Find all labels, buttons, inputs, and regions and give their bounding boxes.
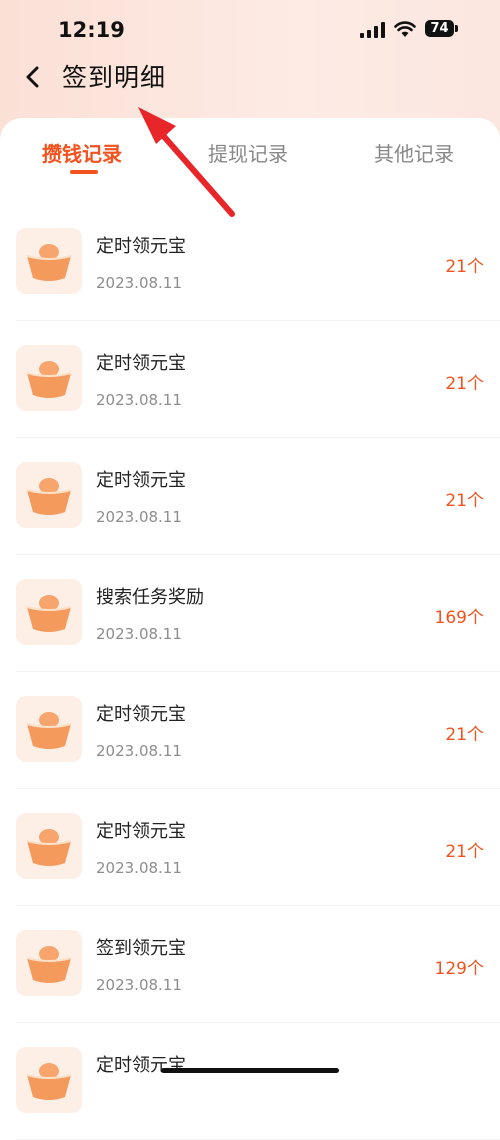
active-tab-indicator — [70, 170, 98, 174]
record-thumbnail — [16, 579, 82, 645]
gold-ingot-icon — [26, 361, 72, 398]
gold-ingot-icon — [26, 244, 72, 281]
record-thumbnail — [16, 930, 82, 996]
page-title: 签到明细 — [62, 63, 167, 92]
nav-bar: 签到明细 — [0, 50, 500, 105]
record-thumbnail — [16, 1047, 82, 1113]
gold-ingot-icon — [26, 1063, 72, 1100]
list-item[interactable]: 定时领元宝 2023.08.11 21个 — [16, 438, 500, 555]
home-indicator — [161, 1068, 339, 1073]
list-item[interactable]: 签到领元宝 2023.08.11 129个 — [16, 906, 500, 1023]
record-title: 定时领元宝 — [96, 821, 186, 842]
gold-ingot-icon — [26, 595, 72, 632]
record-amount: 21个 — [445, 725, 484, 745]
record-amount: 21个 — [445, 257, 484, 277]
record-title: 搜索任务奖励 — [96, 587, 204, 608]
records-list: 定时领元宝 2023.08.11 21个 定时领元宝 2023.08.11 21… — [0, 204, 500, 1140]
record-date: 2023.08.11 — [96, 625, 182, 643]
record-amount: 169个 — [434, 608, 484, 628]
wifi-icon — [394, 21, 416, 37]
gold-ingot-icon — [26, 712, 72, 749]
tab-savings-records[interactable]: 攒钱记录 — [42, 138, 122, 167]
record-amount: 21个 — [445, 374, 484, 394]
gold-ingot-icon — [26, 478, 72, 515]
tab-other-records[interactable]: 其他记录 — [374, 138, 454, 167]
tab-bar: 攒钱记录 提现记录 其他记录 — [0, 118, 500, 188]
record-date: 2023.08.11 — [96, 274, 182, 292]
gold-ingot-icon — [26, 829, 72, 866]
record-title: 签到领元宝 — [96, 938, 186, 959]
gold-ingot-icon — [26, 946, 72, 983]
record-date: 2023.08.11 — [96, 742, 182, 760]
list-item[interactable]: 定时领元宝 2023.08.11 21个 — [16, 672, 500, 789]
record-title: 定时领元宝 — [96, 236, 186, 257]
record-thumbnail — [16, 696, 82, 762]
record-amount: 129个 — [434, 959, 484, 979]
list-item[interactable]: 定时领元宝 2023.08.11 21个 — [16, 204, 500, 321]
record-thumbnail — [16, 228, 82, 294]
cellular-signal-icon — [360, 22, 385, 38]
list-item[interactable]: 定时领元宝 2023.08.11 21个 — [16, 789, 500, 906]
chevron-left-icon[interactable] — [18, 62, 48, 92]
records-card: 攒钱记录 提现记录 其他记录 定时领元宝 2023.08.11 21个 定时领元… — [0, 118, 500, 1140]
record-date: 2023.08.11 — [96, 859, 182, 877]
record-title: 定时领元宝 — [96, 1055, 186, 1076]
battery-tip — [455, 25, 458, 32]
record-thumbnail — [16, 462, 82, 528]
record-amount: 21个 — [445, 491, 484, 511]
battery-indicator: 74 — [425, 20, 454, 37]
record-date: 2023.08.11 — [96, 391, 182, 409]
record-thumbnail — [16, 813, 82, 879]
status-time: 12:19 — [58, 18, 125, 42]
record-title: 定时领元宝 — [96, 470, 186, 491]
record-amount: 21个 — [445, 842, 484, 862]
record-date: 2023.08.11 — [96, 508, 182, 526]
record-thumbnail — [16, 345, 82, 411]
list-item[interactable]: 搜索任务奖励 2023.08.11 169个 — [16, 555, 500, 672]
record-title: 定时领元宝 — [96, 353, 186, 374]
list-item[interactable]: 定时领元宝 2023.08.11 21个 — [16, 321, 500, 438]
tab-withdrawal-records[interactable]: 提现记录 — [208, 138, 288, 167]
record-title: 定时领元宝 — [96, 704, 186, 725]
record-date: 2023.08.11 — [96, 976, 182, 994]
